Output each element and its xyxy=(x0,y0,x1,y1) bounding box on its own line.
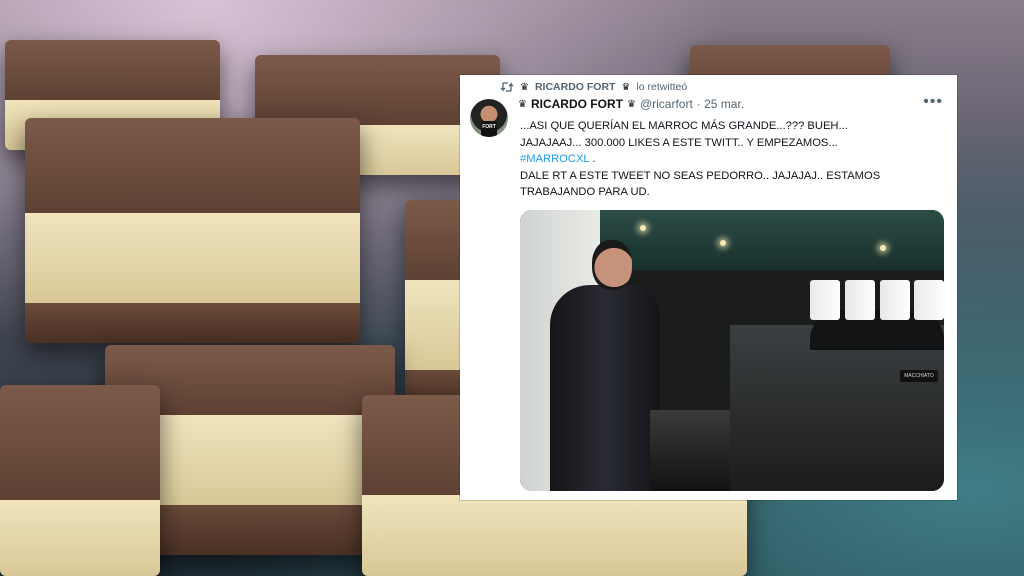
avatar-shirt-text: FORT xyxy=(482,124,496,130)
marroc-piece xyxy=(405,200,465,410)
tweet-photo[interactable]: MACCHIATO xyxy=(520,210,944,491)
more-options-icon[interactable]: ••• xyxy=(923,93,943,111)
author-handle[interactable]: @ricarfort xyxy=(640,97,693,111)
retweet-icon xyxy=(500,82,514,92)
tweet-line: TRABAJANDO PARA UD. xyxy=(520,186,650,198)
hashtag-suffix: . xyxy=(589,153,596,165)
tweet-hashtag-line: #MARROCXL . xyxy=(520,151,940,168)
hashtag-link[interactable]: #MARROCXL xyxy=(520,153,589,165)
retweet-context: ♛ RICARDO FORT ♛ lo retwitteó xyxy=(500,81,687,93)
author-name[interactable]: RICARDO FORT xyxy=(531,97,623,111)
crown-icon: ♛ xyxy=(621,81,631,93)
marroc-piece xyxy=(25,118,360,343)
tweet-date[interactable]: · 25 mar. xyxy=(697,97,744,111)
machine-brand-label: MACCHIATO xyxy=(900,370,938,382)
tweet-line: ...ASI QUE QUERÍAN EL MARROC MÁS GRANDE.… xyxy=(520,120,848,132)
crown-icon: ♛ xyxy=(626,98,636,110)
retweeter-name[interactable]: RICARDO FORT xyxy=(535,81,616,93)
retweet-label: lo retwitteó xyxy=(636,81,688,93)
man-figure xyxy=(550,285,660,491)
crown-icon: ♛ xyxy=(518,98,527,110)
marroc-piece xyxy=(0,385,160,576)
tweet-card[interactable]: ♛ RICARDO FORT ♛ lo retwitteó FORT ♛ RIC… xyxy=(460,75,957,500)
tweet-text: ...ASI QUE QUERÍAN EL MARROC MÁS GRANDE.… xyxy=(520,118,940,201)
avatar[interactable]: FORT xyxy=(470,99,508,137)
tweet-line: DALE RT A ESTE TWEET NO SEAS PEDORRO.. J… xyxy=(520,169,881,182)
crown-icon: ♛ xyxy=(520,81,529,93)
tweet-header: ♛ RICARDO FORT ♛ @ricarfort · 25 mar. xyxy=(518,97,945,111)
tweet-line: JAJAJAAJ... 300.000 LIKES A ESTE TWITT..… xyxy=(520,136,838,149)
